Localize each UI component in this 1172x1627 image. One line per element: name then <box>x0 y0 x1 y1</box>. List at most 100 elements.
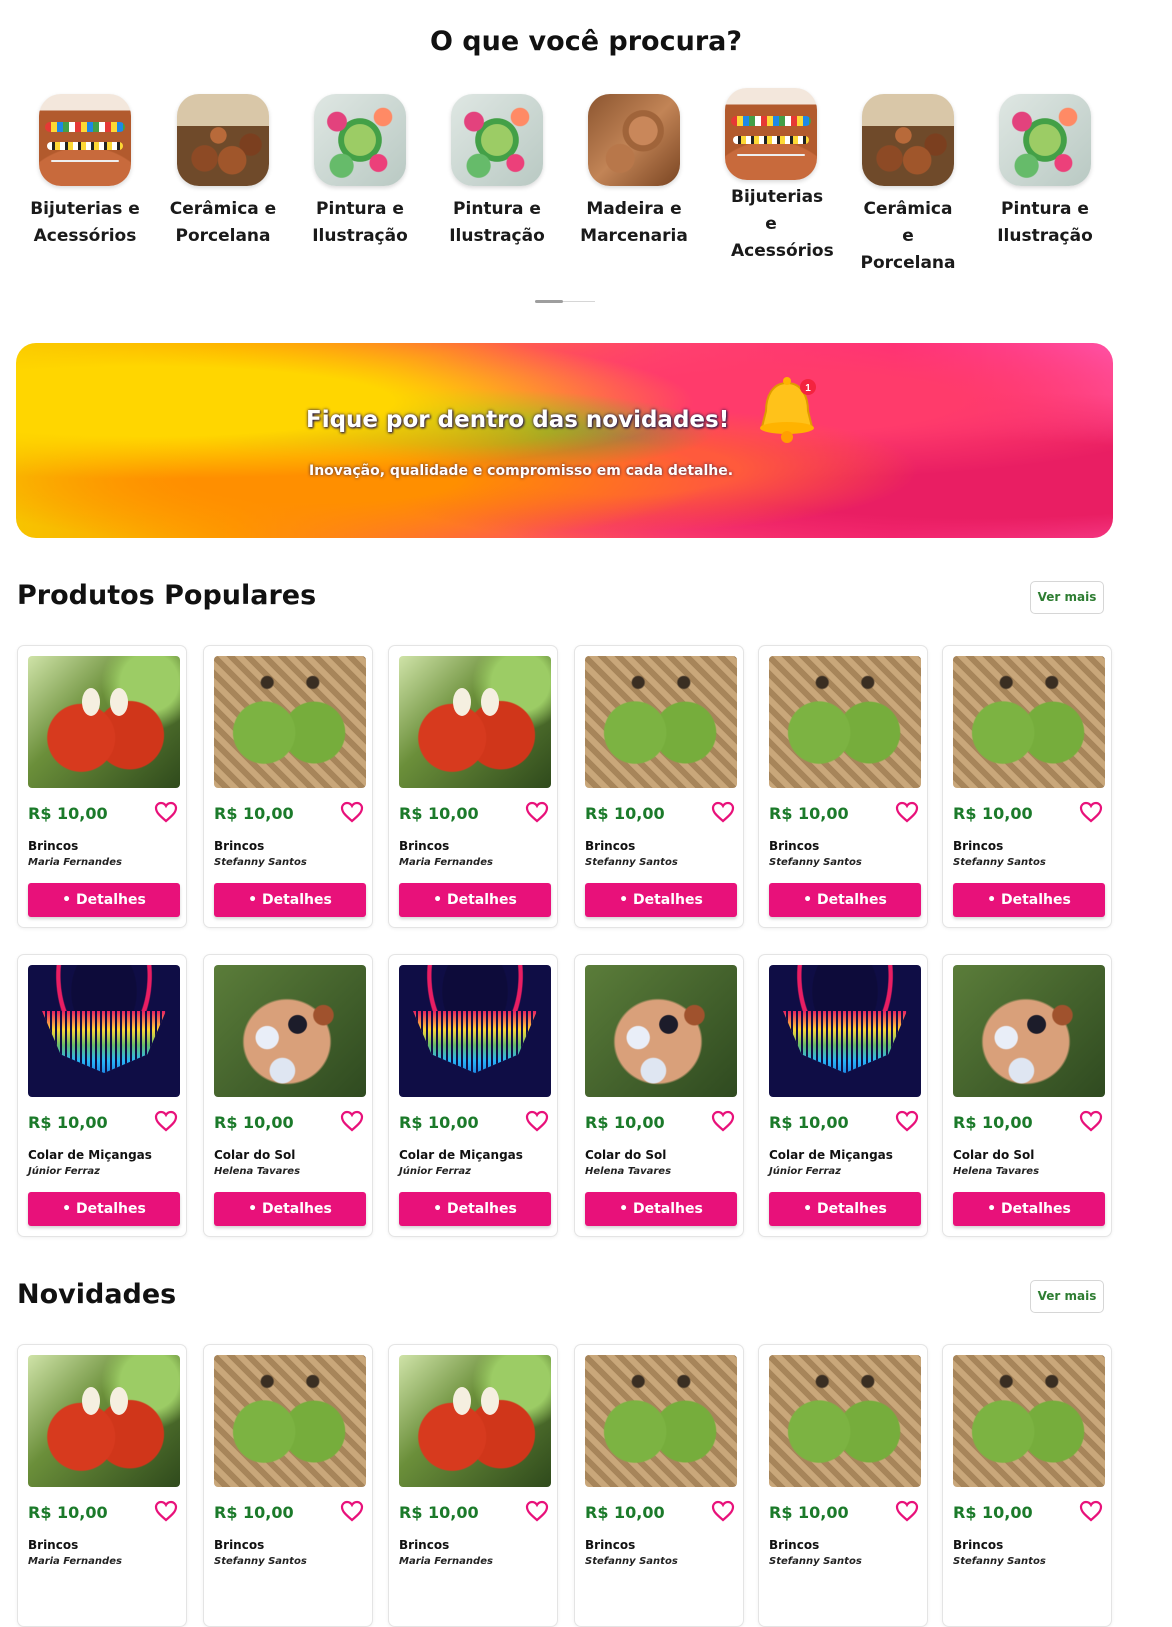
product-seller: Stefanny Santos <box>953 1556 1046 1567</box>
bell-icon: 1 <box>760 377 816 443</box>
category-image <box>177 94 269 186</box>
product-seller: Júnior Ferraz <box>399 1166 471 1177</box>
product-card[interactable]: R$ 10,00 Brincos Stefanny Santos • Detalhes <box>203 645 373 928</box>
product-card[interactable]: R$ 10,00 Colar do Sol Helena Tavares • Deta… <box>574 954 744 1237</box>
favorite-heart-icon[interactable] <box>154 1500 178 1522</box>
favorite-heart-icon[interactable] <box>154 1110 178 1132</box>
product-seller: Stefanny Santos <box>585 857 678 868</box>
product-seller: Stefanny Santos <box>214 1556 307 1567</box>
product-card[interactable]: R$ 10,00 Brincos Maria Fernandes <box>17 1344 187 1627</box>
details-button[interactable]: • Detalhes <box>585 1192 737 1226</box>
category-label: Pintura e Ilustração <box>997 199 1093 246</box>
product-image[interactable] <box>399 965 551 1097</box>
details-button[interactable]: • Detalhes <box>585 883 737 917</box>
product-card[interactable]: R$ 10,00 Brincos Stefanny Santos <box>203 1344 373 1627</box>
category-label: Pintura e Ilustração <box>312 199 408 246</box>
carousel-indicator[interactable] <box>535 300 595 303</box>
details-button[interactable]: • Detalhes <box>28 883 180 917</box>
favorite-heart-icon[interactable] <box>895 801 919 823</box>
category-bijuterias[interactable]: Bijuterias e Acessórios <box>20 94 150 250</box>
product-card[interactable]: R$ 10,00 Brincos Maria Fernandes • Detalhes <box>388 645 558 928</box>
favorite-heart-icon[interactable] <box>340 1110 364 1132</box>
favorite-heart-icon[interactable] <box>525 1500 549 1522</box>
product-image[interactable] <box>28 1355 180 1487</box>
details-button[interactable]: • Detalhes <box>28 1192 180 1226</box>
favorite-heart-icon[interactable] <box>1079 801 1103 823</box>
product-card[interactable]: R$ 10,00 Colar de Miçangas Júnior Ferraz • … <box>388 954 558 1237</box>
category-image <box>39 94 131 186</box>
newsletter-banner[interactable]: Fique por dentro das novidades! Inovação… <box>16 343 1113 538</box>
favorite-heart-icon[interactable] <box>895 1500 919 1522</box>
details-button[interactable]: • Detalhes <box>214 1192 366 1226</box>
product-image[interactable] <box>585 1355 737 1487</box>
product-image[interactable] <box>585 656 737 788</box>
product-image[interactable] <box>769 1355 921 1487</box>
category-ceramica[interactable]: Cerâmica e Porcelana <box>158 94 288 250</box>
favorite-heart-icon[interactable] <box>525 1110 549 1132</box>
product-card[interactable]: R$ 10,00 Brincos Stefanny Santos <box>574 1344 744 1627</box>
product-card[interactable]: R$ 10,00 Colar do Sol Helena Tavares • Deta… <box>942 954 1112 1237</box>
product-image[interactable] <box>399 1355 551 1487</box>
product-image[interactable] <box>28 965 180 1097</box>
product-image[interactable] <box>214 965 366 1097</box>
favorite-heart-icon[interactable] <box>1079 1500 1103 1522</box>
category-image <box>314 94 406 186</box>
favorite-heart-icon[interactable] <box>711 801 735 823</box>
product-card[interactable]: R$ 10,00 Brincos Maria Fernandes • Detalhes <box>17 645 187 928</box>
product-seller: Maria Fernandes <box>28 1556 122 1567</box>
category-madeira[interactable]: Madeira e Marcenaria <box>569 94 699 250</box>
favorite-heart-icon[interactable] <box>895 1110 919 1132</box>
details-button[interactable]: • Detalhes <box>214 883 366 917</box>
carousel-dot-active[interactable] <box>535 300 563 303</box>
product-image[interactable] <box>953 1355 1105 1487</box>
category-pintura[interactable]: Pintura e Ilustração <box>295 94 425 250</box>
details-button[interactable]: • Detalhes <box>769 1192 921 1226</box>
details-button[interactable]: • Detalhes <box>399 883 551 917</box>
product-price: R$ 10,00 <box>28 804 108 823</box>
product-card[interactable]: R$ 10,00 Colar do Sol Helena Tavares • Deta… <box>203 954 373 1237</box>
product-image[interactable] <box>214 1355 366 1487</box>
product-price: R$ 10,00 <box>585 804 665 823</box>
favorite-heart-icon[interactable] <box>525 801 549 823</box>
product-name: Colar de Miçangas <box>399 1148 523 1162</box>
favorite-heart-icon[interactable] <box>711 1500 735 1522</box>
product-card[interactable]: R$ 10,00 Brincos Stefanny Santos • Detalhes <box>758 645 928 928</box>
product-name: Colar de Miçangas <box>28 1148 152 1162</box>
product-price: R$ 10,00 <box>953 804 1033 823</box>
product-name: Colar de Miçangas <box>769 1148 893 1162</box>
product-card[interactable]: R$ 10,00 Brincos Stefanny Santos • Detalhes <box>942 645 1112 928</box>
category-ceramica[interactable]: Cerâmica e Porcelana <box>843 94 973 277</box>
details-button[interactable]: • Detalhes <box>953 1192 1105 1226</box>
product-card[interactable]: R$ 10,00 Brincos Maria Fernandes <box>388 1344 558 1627</box>
product-image[interactable] <box>953 965 1105 1097</box>
favorite-heart-icon[interactable] <box>711 1110 735 1132</box>
favorite-heart-icon[interactable] <box>154 801 178 823</box>
popular-see-more-button[interactable]: Ver mais <box>1030 581 1104 614</box>
product-seller: Helena Tavares <box>214 1166 301 1177</box>
details-button[interactable]: • Detalhes <box>953 883 1105 917</box>
product-image[interactable] <box>769 965 921 1097</box>
product-card[interactable]: R$ 10,00 Brincos Stefanny Santos <box>942 1344 1112 1627</box>
product-image[interactable] <box>399 656 551 788</box>
category-bijuterias[interactable]: Bijuterias e Acessórios <box>706 88 836 265</box>
category-pintura[interactable]: Pintura e Ilustração <box>432 94 562 250</box>
details-button[interactable]: • Detalhes <box>399 1192 551 1226</box>
product-card[interactable]: R$ 10,00 Colar de Miçangas Júnior Ferraz • … <box>17 954 187 1237</box>
product-image[interactable] <box>769 656 921 788</box>
product-price: R$ 10,00 <box>399 804 479 823</box>
product-card[interactable]: R$ 10,00 Brincos Stefanny Santos <box>758 1344 928 1627</box>
product-image[interactable] <box>214 656 366 788</box>
news-see-more-button[interactable]: Ver mais <box>1030 1280 1104 1313</box>
favorite-heart-icon[interactable] <box>340 1500 364 1522</box>
category-pintura[interactable]: Pintura e Ilustração <box>980 94 1110 250</box>
product-card[interactable]: R$ 10,00 Brincos Stefanny Santos • Detalhes <box>574 645 744 928</box>
product-image[interactable] <box>585 965 737 1097</box>
product-name: Brincos <box>585 839 636 853</box>
details-button[interactable]: • Detalhes <box>769 883 921 917</box>
favorite-heart-icon[interactable] <box>340 801 364 823</box>
product-image[interactable] <box>28 656 180 788</box>
category-label: Cerâmica e Porcelana <box>169 199 277 246</box>
product-card[interactable]: R$ 10,00 Colar de Miçangas Júnior Ferraz • … <box>758 954 928 1237</box>
product-image[interactable] <box>953 656 1105 788</box>
favorite-heart-icon[interactable] <box>1079 1110 1103 1132</box>
